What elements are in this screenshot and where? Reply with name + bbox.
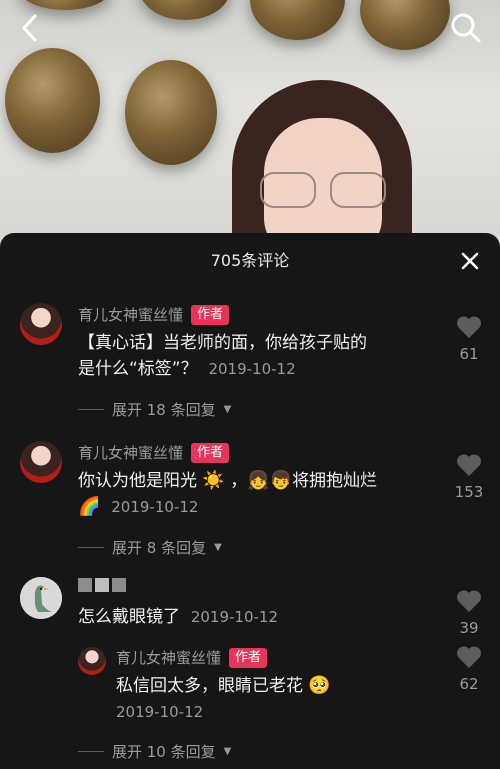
decor-ball [360, 0, 450, 50]
avatar[interactable] [78, 647, 106, 675]
expand-replies[interactable]: 展开 8 条回复 ▼ [78, 537, 222, 558]
comment-count-title: 705条评论 [210, 251, 290, 270]
comment-date: 2019-10-12 [111, 498, 199, 516]
expand-replies[interactable]: 展开 10 条回复 ▼ [78, 741, 231, 762]
comment-sheet: 705条评论 育儿女神蜜丝懂 作者 【真心话】当老师的面，你给孩子贴的 是什么“… [0, 233, 500, 769]
back-button[interactable] [12, 10, 48, 46]
like-button[interactable]: 61 [454, 315, 484, 363]
expand-replies[interactable]: 展开 18 条回复 ▼ [78, 399, 231, 420]
comment-date: 2019-10-12 [190, 608, 278, 626]
comment-text[interactable]: 怎么戴眼镜了 2019-10-12 [78, 604, 438, 630]
comment-text[interactable]: 你认为他是阳光 ☀️ ，👧👦将拥抱灿烂 🌈 2019-10-12 [78, 468, 438, 520]
sun-emoji: ☀️ [202, 470, 225, 491]
caret-down-icon: ▼ [223, 746, 232, 757]
heart-icon [456, 454, 482, 476]
heart-icon [456, 590, 482, 612]
heart-icon [456, 646, 482, 668]
avatar[interactable] [20, 303, 62, 345]
like-button[interactable]: 62 [454, 645, 484, 693]
comment-text[interactable]: 【真心话】当老师的面，你给孩子贴的 是什么“标签”？ 2019-10-12 [78, 330, 438, 382]
like-button[interactable]: 39 [454, 589, 484, 637]
presenter [232, 80, 412, 250]
comment-date: 2019-10-12 [208, 360, 296, 378]
blurred-username[interactable] [78, 578, 126, 592]
rainbow-emoji: 🌈 [78, 496, 101, 517]
sheet-header: 705条评论 [0, 233, 500, 289]
comment-author[interactable]: 育儿女神蜜丝懂 [78, 442, 183, 463]
author-badge: 作者 [191, 442, 230, 463]
reply-author[interactable]: 育儿女神蜜丝懂 [116, 647, 221, 668]
caret-down-icon: ▼ [223, 404, 232, 415]
search-icon [451, 13, 481, 43]
pleading-emoji: 🥺 [308, 675, 331, 696]
decor-ball [20, 0, 110, 10]
like-count: 61 [459, 345, 479, 363]
reply-date: 2019-10-12 [116, 703, 204, 721]
decor-ball [5, 48, 100, 153]
caret-down-icon: ▼ [214, 542, 222, 553]
avatar[interactable] [20, 441, 62, 483]
close-icon[interactable] [458, 249, 482, 273]
author-badge: 作者 [191, 304, 230, 325]
author-badge: 作者 [229, 647, 268, 668]
comment-author[interactable]: 育儿女神蜜丝懂 [78, 304, 183, 325]
search-button[interactable] [448, 10, 484, 46]
chevron-left-icon [22, 14, 37, 42]
reply-text[interactable]: 私信回太多，眼睛已老花 🥺 2019-10-12 [116, 673, 436, 725]
heart-icon [456, 316, 482, 338]
like-count: 39 [459, 619, 479, 637]
avatar[interactable] [20, 577, 62, 619]
like-count: 62 [459, 675, 479, 693]
decor-ball [125, 60, 217, 165]
kids-emoji: 👧👦 [247, 470, 293, 491]
like-button[interactable]: 153 [454, 453, 484, 501]
decor-ball [140, 0, 230, 20]
bird-avatar-icon [20, 577, 62, 619]
video-background[interactable] [0, 0, 500, 250]
decor-ball [250, 0, 345, 40]
like-count: 153 [454, 483, 484, 501]
